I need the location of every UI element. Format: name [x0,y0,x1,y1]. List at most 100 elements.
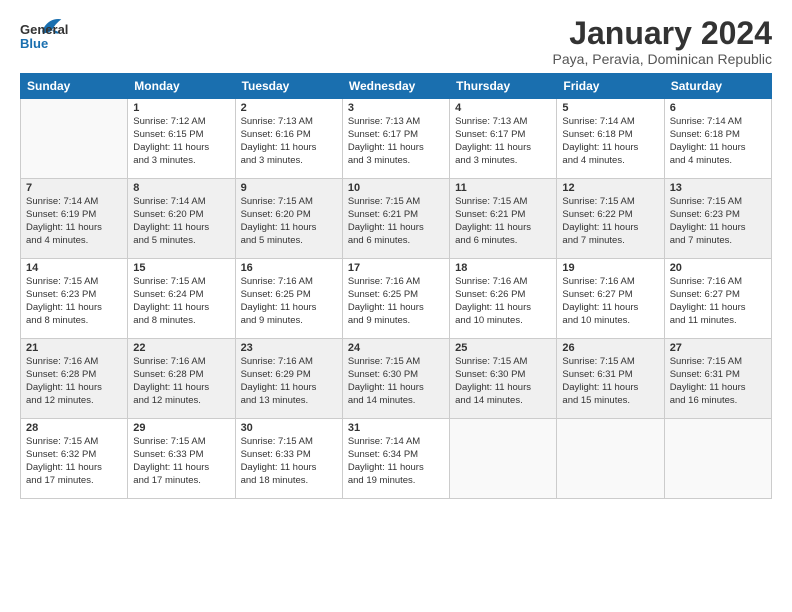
header-monday: Monday [128,74,235,99]
day-info: Sunrise: 7:13 AMSunset: 6:17 PMDaylight:… [455,116,551,167]
day-number: 20 [670,262,766,274]
day-info: Sunrise: 7:16 AMSunset: 6:27 PMDaylight:… [562,276,658,327]
day-number: 12 [562,182,658,194]
header-sunday: Sunday [21,74,128,99]
day-info: Sunrise: 7:16 AMSunset: 6:28 PMDaylight:… [133,356,229,407]
day-number: 14 [26,262,122,274]
day-number: 3 [348,102,444,114]
calendar-table: Sunday Monday Tuesday Wednesday Thursday… [20,73,772,499]
table-row: 19 Sunrise: 7:16 AMSunset: 6:27 PMDayligh… [557,259,664,339]
day-info: Sunrise: 7:15 AMSunset: 6:23 PMDaylight:… [26,276,122,327]
header-wednesday: Wednesday [342,74,449,99]
table-row: 22 Sunrise: 7:16 AMSunset: 6:28 PMDayligh… [128,339,235,419]
day-number: 10 [348,182,444,194]
day-number: 8 [133,182,229,194]
table-row: 10 Sunrise: 7:15 AMSunset: 6:21 PMDayligh… [342,179,449,259]
table-row [557,419,664,499]
day-info: Sunrise: 7:16 AMSunset: 6:25 PMDaylight:… [241,276,337,327]
day-info: Sunrise: 7:15 AMSunset: 6:23 PMDaylight:… [670,196,766,247]
day-number: 7 [26,182,122,194]
table-row: 14 Sunrise: 7:15 AMSunset: 6:23 PMDayligh… [21,259,128,339]
table-row: 26 Sunrise: 7:15 AMSunset: 6:31 PMDayligh… [557,339,664,419]
day-number: 19 [562,262,658,274]
day-number: 26 [562,342,658,354]
weekday-header-row: Sunday Monday Tuesday Wednesday Thursday… [21,74,772,99]
table-row: 13 Sunrise: 7:15 AMSunset: 6:23 PMDayligh… [664,179,771,259]
day-info: Sunrise: 7:16 AMSunset: 6:25 PMDaylight:… [348,276,444,327]
logo: General Blue [20,16,80,56]
day-info: Sunrise: 7:14 AMSunset: 6:34 PMDaylight:… [348,436,444,487]
title-area: January 2024 Paya, Peravia, Dominican Re… [553,16,772,67]
day-info: Sunrise: 7:15 AMSunset: 6:22 PMDaylight:… [562,196,658,247]
header: General Blue January 2024 Paya, Peravia,… [20,16,772,67]
table-row: 11Sunrise: 7:15 AMSunset: 6:21 PMDayligh… [450,179,557,259]
day-info: Sunrise: 7:15 AMSunset: 6:31 PMDaylight:… [562,356,658,407]
header-thursday: Thursday [450,74,557,99]
table-row: 15Sunrise: 7:15 AMSunset: 6:24 PMDayligh… [128,259,235,339]
day-info: Sunrise: 7:15 AMSunset: 6:21 PMDaylight:… [348,196,444,247]
calendar-week-row: 14 Sunrise: 7:15 AMSunset: 6:23 PMDayligh… [21,259,772,339]
table-row: 25 Sunrise: 7:15 AMSunset: 6:30 PMDayligh… [450,339,557,419]
day-info: Sunrise: 7:12 AMSunset: 6:15 PMDaylight:… [133,116,229,167]
day-info: Sunrise: 7:15 AMSunset: 6:32 PMDaylight:… [26,436,122,487]
calendar-week-row: 7 Sunrise: 7:14 AMSunset: 6:19 PMDaylight… [21,179,772,259]
day-info: Sunrise: 7:14 AMSunset: 6:19 PMDaylight:… [26,196,122,247]
table-row: 12 Sunrise: 7:15 AMSunset: 6:22 PMDayligh… [557,179,664,259]
logo-blue: Blue [20,36,48,51]
calendar-page: General Blue January 2024 Paya, Peravia,… [0,0,792,511]
table-row: 17Sunrise: 7:16 AMSunset: 6:25 PMDayligh… [342,259,449,339]
table-row: 21 Sunrise: 7:16 AMSunset: 6:28 PMDayligh… [21,339,128,419]
day-number: 31 [348,422,444,434]
month-title: January 2024 [553,16,772,51]
day-number: 22 [133,342,229,354]
table-row: 3Sunrise: 7:13 AMSunset: 6:17 PMDaylight… [342,99,449,179]
day-number: 5 [562,102,658,114]
day-info: Sunrise: 7:16 AMSunset: 6:26 PMDaylight:… [455,276,551,327]
table-row: 4Sunrise: 7:13 AMSunset: 6:17 PMDaylight… [450,99,557,179]
day-number: 13 [670,182,766,194]
day-number: 9 [241,182,337,194]
table-row: 18 Sunrise: 7:16 AMSunset: 6:26 PMDayligh… [450,259,557,339]
day-number: 25 [455,342,551,354]
day-info: Sunrise: 7:15 AMSunset: 6:30 PMDaylight:… [455,356,551,407]
day-info: Sunrise: 7:16 AMSunset: 6:28 PMDaylight:… [26,356,122,407]
day-info: Sunrise: 7:16 AMSunset: 6:29 PMDaylight:… [241,356,337,407]
day-info: Sunrise: 7:15 AMSunset: 6:20 PMDaylight:… [241,196,337,247]
day-number: 27 [670,342,766,354]
table-row: 5Sunrise: 7:14 AMSunset: 6:18 PMDaylight… [557,99,664,179]
table-row [450,419,557,499]
day-number: 21 [26,342,122,354]
calendar-week-row: 28 Sunrise: 7:15 AMSunset: 6:32 PMDayligh… [21,419,772,499]
day-number: 16 [241,262,337,274]
table-row: 29Sunrise: 7:15 AMSunset: 6:33 PMDayligh… [128,419,235,499]
day-info: Sunrise: 7:15 AMSunset: 6:24 PMDaylight:… [133,276,229,327]
day-info: Sunrise: 7:15 AMSunset: 6:33 PMDaylight:… [241,436,337,487]
logo-general: General [20,22,68,37]
table-row [664,419,771,499]
calendar-week-row: 1Sunrise: 7:12 AMSunset: 6:15 PMDaylight… [21,99,772,179]
day-number: 30 [241,422,337,434]
table-row: 31 Sunrise: 7:14 AMSunset: 6:34 PMDayligh… [342,419,449,499]
header-tuesday: Tuesday [235,74,342,99]
location-subtitle: Paya, Peravia, Dominican Republic [553,51,772,67]
day-number: 2 [241,102,337,114]
table-row: 27Sunrise: 7:15 AMSunset: 6:31 PMDayligh… [664,339,771,419]
calendar-week-row: 21 Sunrise: 7:16 AMSunset: 6:28 PMDayligh… [21,339,772,419]
table-row: 2Sunrise: 7:13 AMSunset: 6:16 PMDaylight… [235,99,342,179]
table-row: 20Sunrise: 7:16 AMSunset: 6:27 PMDayligh… [664,259,771,339]
header-friday: Friday [557,74,664,99]
table-row: 30 Sunrise: 7:15 AMSunset: 6:33 PMDayligh… [235,419,342,499]
day-number: 11 [455,182,551,194]
day-number: 24 [348,342,444,354]
day-number: 28 [26,422,122,434]
table-row: 9 Sunrise: 7:15 AMSunset: 6:20 PMDaylight… [235,179,342,259]
day-number: 18 [455,262,551,274]
day-info: Sunrise: 7:15 AMSunset: 6:30 PMDaylight:… [348,356,444,407]
table-row [21,99,128,179]
table-row: 1Sunrise: 7:12 AMSunset: 6:15 PMDaylight… [128,99,235,179]
day-info: Sunrise: 7:14 AMSunset: 6:20 PMDaylight:… [133,196,229,247]
table-row: 28 Sunrise: 7:15 AMSunset: 6:32 PMDayligh… [21,419,128,499]
day-number: 29 [133,422,229,434]
table-row: 23Sunrise: 7:16 AMSunset: 6:29 PMDayligh… [235,339,342,419]
table-row: 16 Sunrise: 7:16 AMSunset: 6:25 PMDayligh… [235,259,342,339]
